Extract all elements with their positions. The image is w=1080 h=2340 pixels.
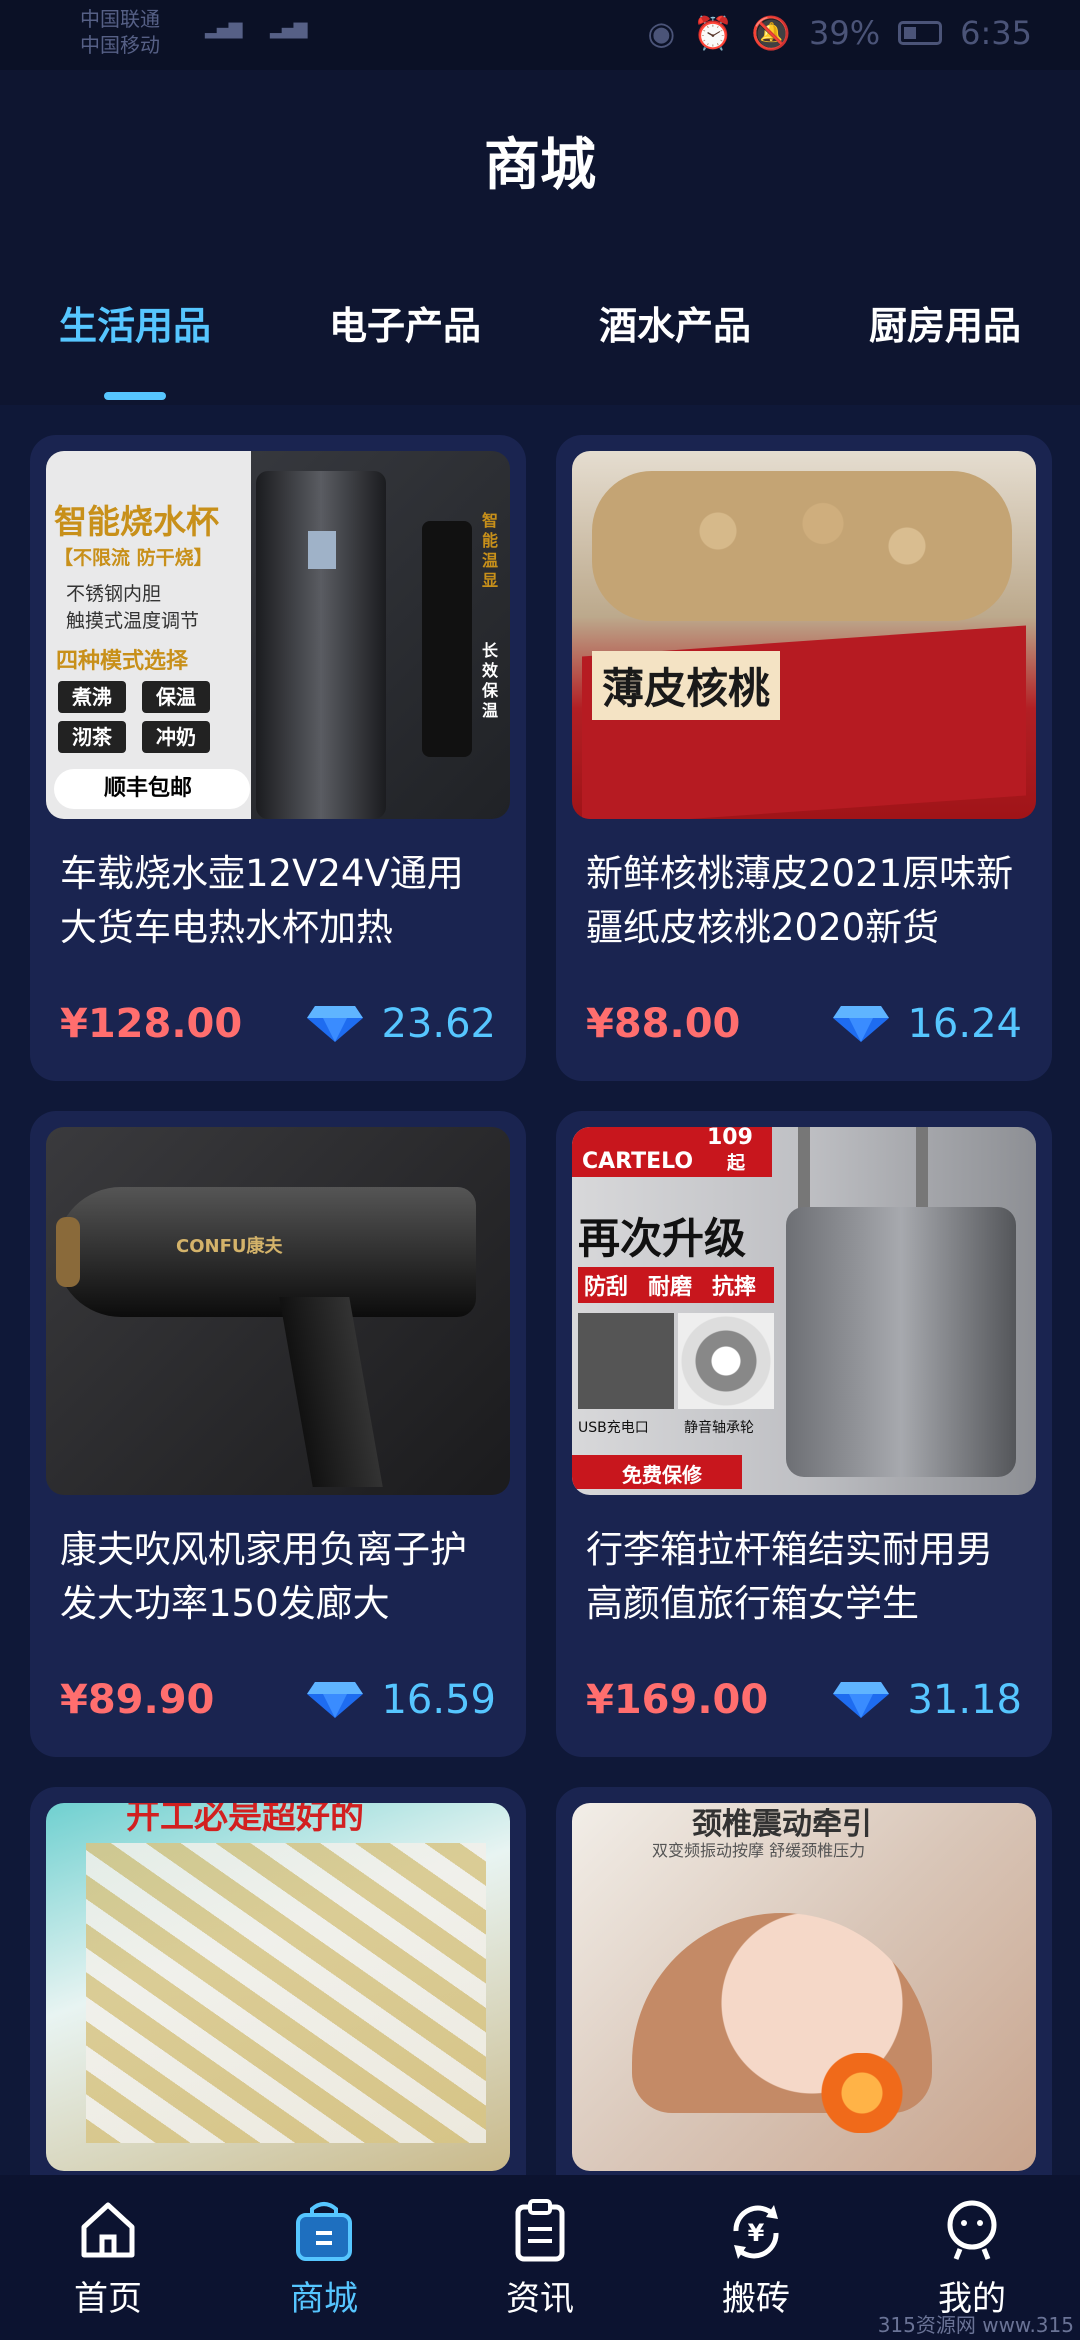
image-caption: CONFU康夫 — [176, 1236, 283, 1257]
nav-earn-label: 搬砖 — [722, 2279, 790, 2319]
nav-mall[interactable]: 商城 — [216, 2175, 432, 2340]
bottom-navigation: 首页 商城 资讯 ¥ 搬砖 我的 315资源网 www.315 — [0, 2175, 1080, 2340]
carrier-labels: 中国联通 中国移动 — [80, 6, 160, 58]
image-caption: 起 — [727, 1153, 745, 1174]
points-value: 16.59 — [381, 1677, 496, 1723]
carrier-1: 中国联通 — [80, 7, 160, 31]
diamond-icon — [833, 1006, 890, 1042]
signal-2-icon: ▂▄▆ — [270, 18, 308, 39]
tab-drinks[interactable]: 酒水产品 — [540, 285, 810, 405]
product-price: ¥89.90 — [60, 1677, 215, 1723]
nav-earn[interactable]: ¥ 搬砖 — [648, 2175, 864, 2340]
battery-icon — [898, 21, 943, 45]
image-caption: 煮沸 — [58, 681, 126, 713]
image-caption: CARTELO — [582, 1149, 694, 1174]
svg-text:¥: ¥ — [748, 2219, 765, 2247]
image-caption: 再次升级 — [578, 1214, 747, 1263]
nav-mall-label: 商城 — [290, 2279, 358, 2319]
image-caption: 不锈钢内胆 — [66, 583, 162, 605]
diamond-icon — [307, 1682, 364, 1718]
product-title: 康夫吹风机家用负离子护发大功率150发廊大 — [60, 1528, 467, 1625]
nav-home-label: 首页 — [74, 2279, 142, 2319]
product-price: ¥88.00 — [586, 1001, 741, 1047]
product-points: 31.18 — [831, 1677, 1022, 1723]
image-caption: USB充电口 — [578, 1420, 649, 1436]
carrier-2: 中国移动 — [80, 33, 160, 57]
image-caption: 顺丰包邮 — [54, 769, 250, 809]
status-right: ◉ ⏰ 🔕 39% 6:35 — [647, 14, 1032, 52]
status-bar: 中国联通 中国移动 ▂▄▆ ▂▄▆ ◉ ⏰ 🔕 39% 6:35 — [0, 0, 1080, 70]
product-image-walnut: 薄皮核桃 — [572, 451, 1036, 819]
product-image-neck-massager: 颈椎震动牵引 双变频振动按摩 舒缓颈椎压力 — [572, 1803, 1036, 2171]
product-title: 车载烧水壶12V24V通用大货车电热水杯加热 — [60, 852, 464, 949]
points-value: 16.24 — [907, 1001, 1022, 1047]
image-caption: 开工必是超好的 — [126, 1803, 364, 1837]
product-title: 行李箱拉杆箱结实耐用男高颜值旅行箱女学生 — [586, 1528, 993, 1625]
product-card[interactable]: 开工必是超好的 — [30, 1787, 526, 2175]
nav-news[interactable]: 资讯 — [432, 2175, 648, 2340]
signal-1-icon: ▂▄▆ — [205, 18, 243, 39]
page-title: 商城 — [484, 133, 596, 198]
mall-screen: 中国联通 中国移动 ▂▄▆ ▂▄▆ ◉ ⏰ 🔕 39% 6:35 商城 生活用品… — [0, 0, 1080, 2340]
nav-home[interactable]: 首页 — [0, 2175, 216, 2340]
product-price: ¥169.00 — [586, 1677, 769, 1723]
image-caption: 109 — [707, 1127, 753, 1150]
image-caption: 保温 — [142, 681, 210, 713]
image-caption: 薄皮核桃 — [592, 651, 781, 720]
product-image-hair-dryer: CONFU康夫 — [46, 1127, 510, 1495]
product-card[interactable]: 薄皮核桃 新鲜核桃薄皮2021原味新疆纸皮核桃2020新货 ¥88.00 16.… — [556, 435, 1052, 1081]
product-card[interactable]: 智能烧水杯 【不限流 防干烧】 不锈钢内胆 触摸式温度调节 四种模式选择 煮沸 … — [30, 435, 526, 1081]
home-icon — [81, 2202, 135, 2258]
image-caption: 静音轴承轮 — [684, 1420, 754, 1436]
image-caption: 四种模式选择 — [56, 649, 189, 674]
image-caption: 触摸式温度调节 — [66, 610, 200, 632]
product-points: 16.24 — [831, 1001, 1022, 1047]
active-tab-indicator — [104, 392, 166, 400]
nav-news-label: 资讯 — [506, 2279, 574, 2319]
product-title: 新鲜核桃薄皮2021原味新疆纸皮核桃2020新货 — [586, 852, 1014, 949]
product-image-snack-box: 开工必是超好的 — [46, 1803, 510, 2171]
product-card[interactable]: 颈椎震动牵引 双变频振动按摩 舒缓颈椎压力 — [556, 1787, 1052, 2175]
points-value: 23.62 — [381, 1001, 496, 1047]
tab-kitchen[interactable]: 厨房用品 — [810, 285, 1080, 405]
eye-icon: ◉ — [647, 14, 676, 52]
image-caption: 【不限流 防干烧】 — [54, 547, 213, 569]
product-card[interactable]: CONFU康夫 康夫吹风机家用负离子护发大功率150发廊大 ¥89.90 16.… — [30, 1111, 526, 1757]
yuan-exchange-icon: ¥ — [733, 2205, 779, 2259]
watermark: 315资源网 www.315 — [877, 2313, 1074, 2337]
tab-daily-goods[interactable]: 生活用品 — [0, 285, 270, 405]
image-caption: 耐磨 — [648, 1275, 693, 1300]
image-caption: 双变频振动按摩 舒缓颈椎压力 — [652, 1841, 866, 1860]
product-grid: 智能烧水杯 【不限流 防干烧】 不锈钢内胆 触摸式温度调节 四种模式选择 煮沸 … — [0, 405, 1080, 2175]
product-image-luggage: CARTELO 109 起 再次升级 防刮 耐磨 抗摔 USB充电口 静音轴承轮… — [572, 1127, 1036, 1495]
battery-percent: 39% — [809, 14, 881, 52]
tab-electronics[interactable]: 电子产品 — [270, 285, 540, 405]
clock: 6:35 — [960, 14, 1032, 52]
diamond-icon — [833, 1682, 890, 1718]
clipboard-icon — [515, 2199, 565, 2262]
points-value: 31.18 — [907, 1677, 1022, 1723]
image-caption: 抗摔 — [712, 1275, 757, 1300]
product-image-kettle: 智能烧水杯 【不限流 防干烧】 不锈钢内胆 触摸式温度调节 四种模式选择 煮沸 … — [46, 451, 510, 819]
image-caption: 沏茶 — [58, 721, 126, 753]
image-caption: 智能烧水杯 — [54, 502, 219, 541]
image-caption: 冲奶 — [142, 721, 210, 753]
product-points: 23.62 — [305, 1001, 496, 1047]
image-caption: 长效保温 — [482, 641, 499, 720]
profile-face-icon — [947, 2200, 997, 2260]
image-caption: 免费保修 — [622, 1463, 702, 1487]
category-tabs: 生活用品 电子产品 酒水产品 厨房用品 — [0, 285, 1080, 405]
image-caption: 智能温显 — [482, 511, 499, 590]
alarm-icon: ⏰ — [693, 14, 734, 52]
product-price: ¥128.00 — [60, 1001, 243, 1047]
shopping-bag-icon — [296, 2202, 352, 2261]
diamond-icon — [307, 1006, 364, 1042]
product-card[interactable]: CARTELO 109 起 再次升级 防刮 耐磨 抗摔 USB充电口 静音轴承轮… — [556, 1111, 1052, 1757]
mute-icon: 🔕 — [751, 14, 792, 52]
product-points: 16.59 — [305, 1677, 496, 1723]
image-caption: 防刮 — [584, 1275, 629, 1300]
